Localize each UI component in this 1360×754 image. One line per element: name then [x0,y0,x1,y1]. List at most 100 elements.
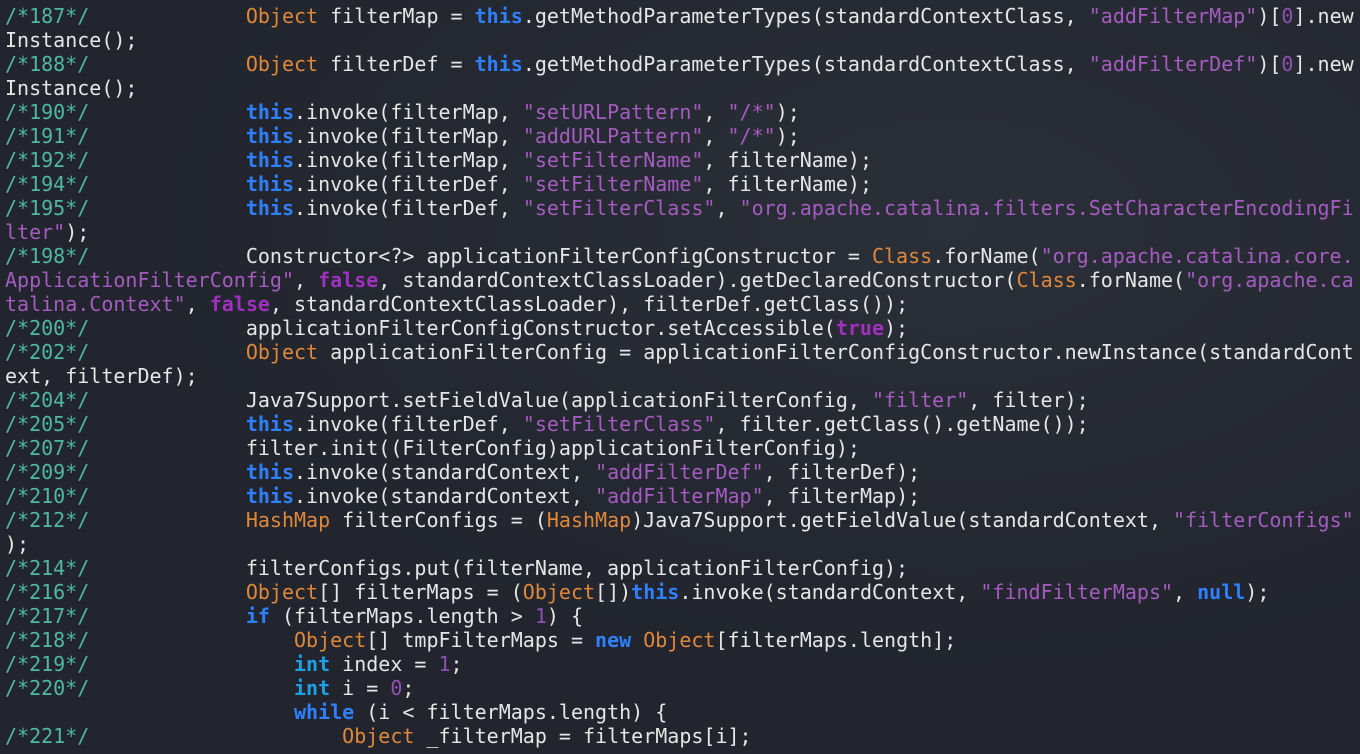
code-line: ApplicationFilterConfig", false, standar… [5,268,1354,292]
string-token: "org.apache.catalina.filters.SetCharacte… [739,196,1354,220]
code-text: )Java7Support.getFieldValue(standardCont… [631,508,1174,532]
code-text: filter.init((FilterConfig)applicationFil… [89,436,860,460]
line-number-comment: /*200*/ [5,316,90,340]
code-line: /*220*/ int i = 0; [5,676,1354,700]
code-text: .getMethodParameterTypes(standardContext… [522,52,1089,76]
code-text: , filterDef); [763,460,921,484]
type-token: Object [643,628,716,652]
code-line: /*195*/ this.invoke(filterDef, "setFilte… [5,196,1354,220]
code-line: /*198*/ Constructor<?> applicationFilter… [5,244,1354,268]
line-number-comment: /*220*/ [5,676,90,700]
code-line: /*187*/ Object filterMap = this.getMetho… [5,4,1354,28]
code-line: /*219*/ int index = 1; [5,652,1354,676]
line-number-comment: /*209*/ [5,460,90,484]
code-text: applicationFilterConfig = applicationFil… [318,340,1354,364]
code-line: Instance(); [5,76,1354,100]
number-token: 0 [1281,52,1294,76]
type-token: Object [522,580,596,604]
code-line: /*210*/ this.invoke(standardContext, "ad… [5,484,1354,508]
code-text: )[ [1257,4,1282,28]
line-number-comment: /*216*/ [5,580,90,604]
code-text: index = [330,652,439,676]
boolean-token: false [318,268,379,292]
code-text: Instance(); [5,76,138,100]
line-number-comment: /*188*/ [5,52,90,76]
code-text: , [185,292,210,316]
code-text: ) { [546,604,584,628]
code-text: ].new [1293,4,1354,28]
line-number-comment: /*202*/ [5,340,90,364]
code-text: []) [595,580,632,604]
string-token: "findFilterMaps" [980,580,1174,604]
keyword-token: this [245,100,295,124]
code-text: , [715,196,740,220]
code-line: /*214*/ filterConfigs.put(filterName, ap… [5,556,1354,580]
code-text: .invoke(filterMap, [294,124,523,148]
code-text: .invoke(standardContext, [294,460,596,484]
line-number-comment: /*204*/ [5,388,90,412]
code-text: .invoke(filterDef, [294,412,523,436]
code-text: ].new [1293,52,1354,76]
boolean-token: true [835,316,885,340]
code-text: .invoke(filterMap, [294,148,523,172]
string-token: "/*" [727,100,776,124]
line-number-comment: /*195*/ [5,196,90,220]
code-text: filterMap = [318,4,475,28]
code-text: Instance(); [5,28,138,52]
line-number-comment: /*194*/ [5,172,90,196]
code-text: filterDef = [318,52,475,76]
string-token: "addURLPattern" [522,124,704,148]
type-token: Class [1016,268,1077,292]
line-number-comment: /*212*/ [5,508,90,532]
code-text: .getMethodParameterTypes(standardContext… [522,4,1089,28]
string-token: "addFilterDef" [595,460,764,484]
code-text: .invoke(filterDef, [294,196,523,220]
string-token: "setFilterClass" [522,412,716,436]
keyword-token: this [474,52,523,76]
code-text: , filterName); [703,148,872,172]
keyword-token: this [631,580,680,604]
terminal-code-view[interactable]: /*187*/ Object filterMap = this.getMetho… [5,4,1354,748]
code-line: while (i < filterMaps.length) { [5,700,1354,724]
code-line: Instance(); [5,28,1354,52]
code-line: /*218*/ Object[] tmpFilterMaps = new Obj… [5,628,1354,652]
code-text: , filter.getClass().getName()); [715,412,1089,436]
code-text: .forName( [1076,268,1186,292]
type-token: Object [342,724,415,748]
keyword-token: this [245,412,295,436]
code-text: ; [402,676,415,700]
code-line: /*192*/ this.invoke(filterMap, "setFilte… [5,148,1354,172]
type-token: Object [245,340,319,364]
code-line: /*190*/ this.invoke(filterMap, "setURLPa… [5,100,1354,124]
code-text: , [703,100,728,124]
string-token: "setFilterName" [522,148,704,172]
line-number-comment: /*187*/ [5,4,90,28]
code-text: , [1173,580,1198,604]
string-token: "addFilterMap" [595,484,764,508]
string-token: talina.Context" [5,292,186,316]
number-token: 0 [1281,4,1294,28]
code-text: ); [775,124,800,148]
code-line: /*205*/ this.invoke(filterDef, "setFilte… [5,412,1354,436]
code-text: , [703,124,728,148]
code-text: [] tmpFilterMaps = [366,628,596,652]
code-text: Java7Support.setFieldValue(applicationFi… [89,388,872,412]
line-number-comment: /*191*/ [5,124,90,148]
code-text: .invoke(filterDef, [294,172,523,196]
keyword-token: this [245,124,295,148]
line-number-comment: /*219*/ [5,652,90,676]
code-text: , standardContextClassLoader).getDeclare… [378,268,1017,292]
code-text: _filterMap = filterMaps[i]; [414,724,752,748]
type-token: Object [245,4,319,28]
code-line: /*202*/ Object applicationFilterConfig =… [5,340,1354,364]
